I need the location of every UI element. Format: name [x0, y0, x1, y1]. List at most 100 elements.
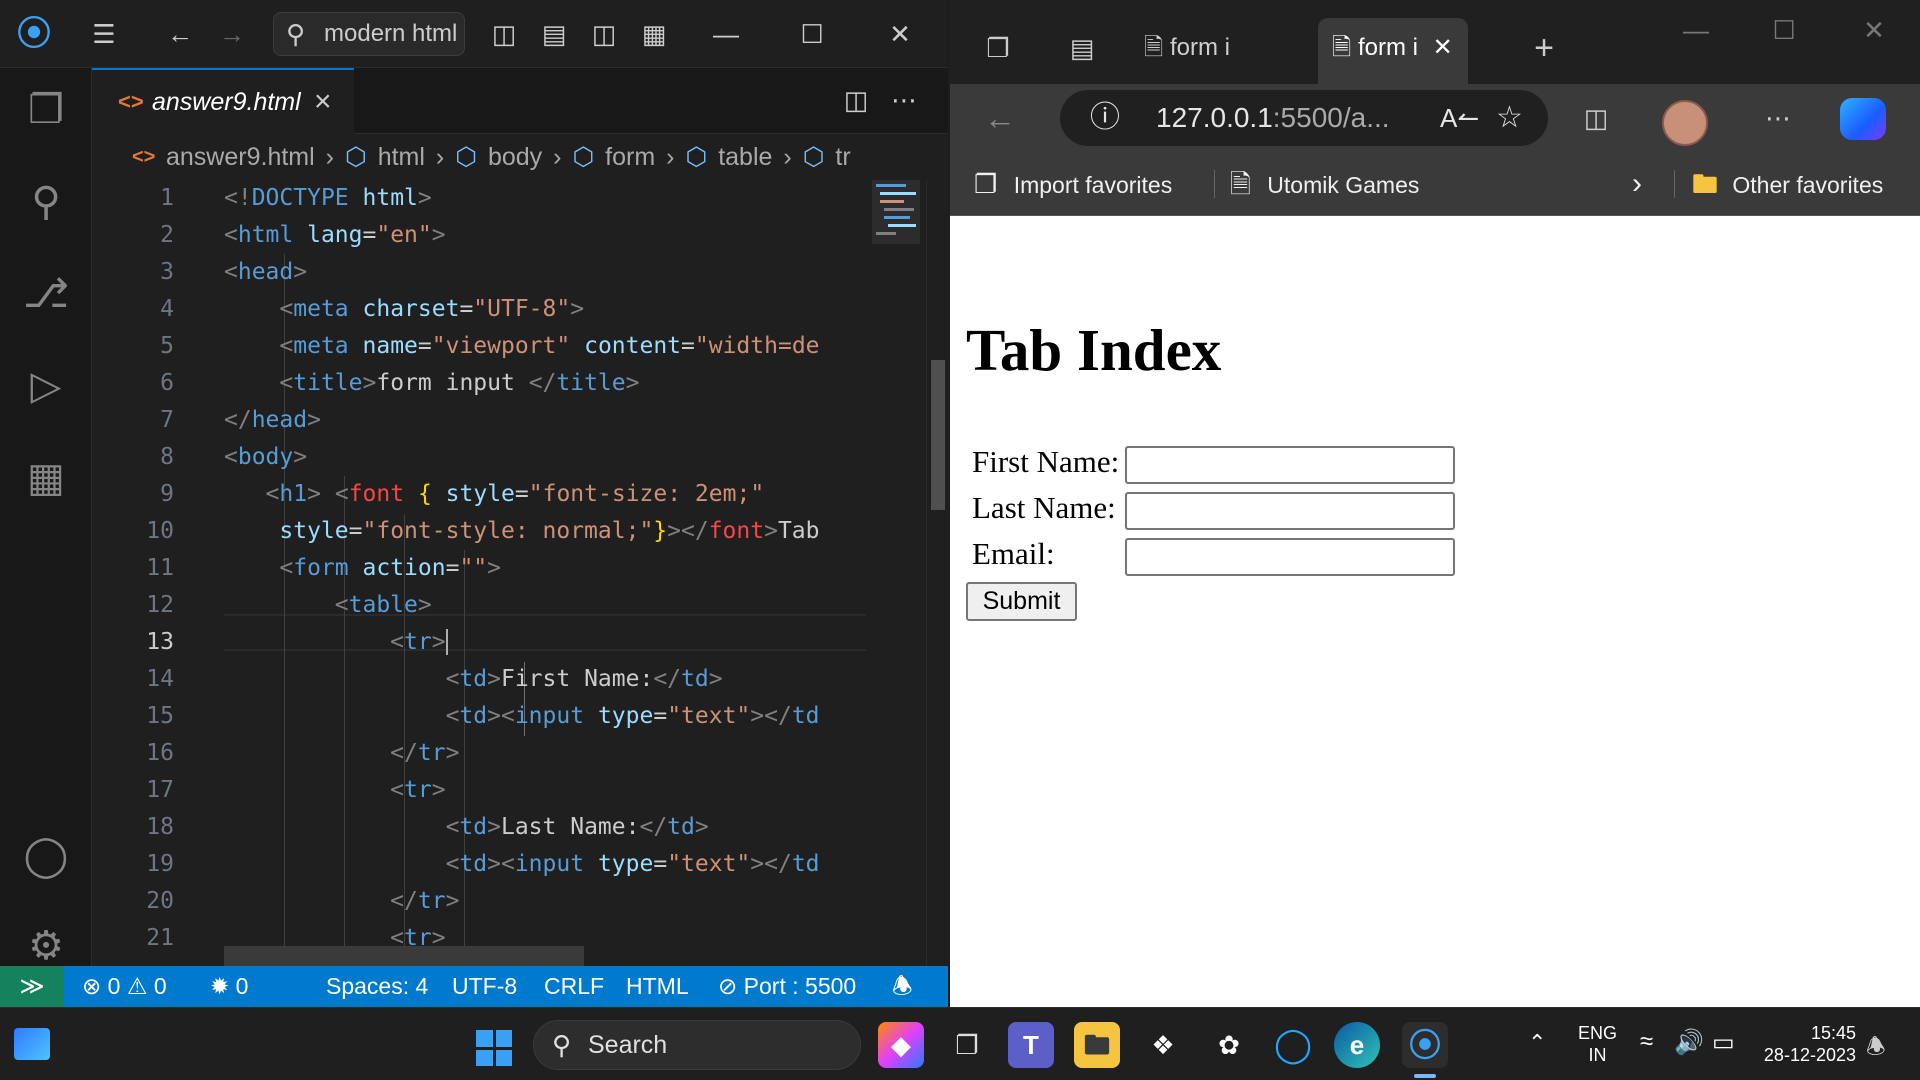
- teams-icon[interactable]: T: [1008, 1022, 1054, 1068]
- email-input[interactable]: [1125, 538, 1455, 576]
- more-options-icon[interactable]: ⋯: [1758, 98, 1798, 138]
- close-window-icon[interactable]: ✕: [1854, 10, 1894, 50]
- vertical-tabs-icon[interactable]: ▤: [1062, 28, 1102, 68]
- edge-icon[interactable]: e: [1334, 1022, 1380, 1068]
- start-windows-icon[interactable]: [476, 1030, 512, 1066]
- horizontal-scrollbar[interactable]: [224, 946, 584, 966]
- indentation-indicator[interactable]: Spaces: 4: [326, 966, 428, 1007]
- toggle-secondary-sidebar-icon[interactable]: ◫: [584, 14, 624, 54]
- battery-icon[interactable]: ▭: [1712, 1028, 1735, 1057]
- dropbox-icon[interactable]: ❖: [1140, 1022, 1186, 1068]
- browser-tab-1[interactable]: 🗎 form i ✕: [1130, 18, 1260, 121]
- explorer-icon[interactable]: ❐: [18, 82, 74, 138]
- widgets-icon[interactable]: [14, 1028, 50, 1060]
- vscode-taskbar-icon[interactable]: ⦿: [1402, 1022, 1448, 1068]
- source-control-icon[interactable]: ⎇: [18, 266, 74, 322]
- volume-icon[interactable]: 🔊: [1674, 1028, 1704, 1057]
- last-name-input[interactable]: [1125, 492, 1455, 530]
- other-favorites-link[interactable]: 🖿 Other favorites: [1692, 152, 1883, 217]
- wifi-icon[interactable]: ≈: [1640, 1028, 1653, 1056]
- search-icon[interactable]: ⚲: [18, 174, 74, 230]
- show-hidden-icons-chevron-icon[interactable]: ⌃: [1528, 1030, 1546, 1056]
- vertical-scrollbar[interactable]: [926, 180, 948, 966]
- minimize-icon[interactable]: —: [706, 14, 746, 54]
- remote-indicator-icon[interactable]: ≫: [0, 966, 64, 1007]
- extensions-icon[interactable]: ▦: [18, 450, 74, 506]
- submit-button[interactable]: Submit: [966, 582, 1077, 621]
- taskbar-search-box[interactable]: ⚲ Search: [533, 1020, 861, 1070]
- more-actions-icon[interactable]: ⋯: [884, 80, 924, 120]
- cortana-icon[interactable]: ◯: [1270, 1022, 1316, 1068]
- menu-icon[interactable]: ☰: [84, 14, 124, 54]
- first-name-input[interactable]: [1125, 446, 1455, 484]
- workspaces-icon[interactable]: ❐: [978, 28, 1018, 68]
- minimap-line: [884, 208, 914, 211]
- scrollbar-thumb[interactable]: [931, 360, 945, 510]
- split-screen-icon[interactable]: ◫: [1576, 98, 1616, 138]
- split-editor-icon[interactable]: ◫: [836, 80, 876, 120]
- chevron-right-icon: ›: [553, 143, 562, 171]
- breadcrumb-html[interactable]: html: [378, 143, 425, 171]
- minimize-icon[interactable]: —: [1676, 10, 1716, 50]
- customize-layout-icon[interactable]: ▦: [634, 14, 674, 54]
- browser-tab-2-active[interactable]: 🗎 form i ✕: [1318, 18, 1468, 84]
- encoding-indicator[interactable]: UTF-8: [452, 966, 517, 1007]
- status-bar: ≫ ⊗ 0 ⚠ 0 ✹ 0 Spaces: 4 UTF-8 CRLF HTML …: [0, 966, 948, 1007]
- breadcrumb-body[interactable]: body: [488, 143, 542, 171]
- breadcrumb-form[interactable]: form: [605, 143, 655, 171]
- notifications-bell-icon[interactable]: 🕭: [892, 966, 913, 1007]
- line-number: 14: [146, 666, 174, 692]
- chatgpt-icon[interactable]: ✿: [1206, 1022, 1252, 1068]
- copilot-pre-icon[interactable]: ◆: [878, 1022, 924, 1068]
- accounts-icon[interactable]: ◯: [18, 828, 74, 884]
- close-tab-icon[interactable]: ×: [314, 70, 332, 134]
- edge-browser-window: ❐ ▤ 🗎 form i ✕ 🗎 form i ✕ + — ☐ ✕ ← ⓘ 12…: [950, 0, 1920, 1007]
- close-window-icon[interactable]: ✕: [880, 14, 920, 54]
- back-arrow-icon[interactable]: ←: [980, 98, 1020, 138]
- tab-answer9[interactable]: <> answer9.html ×: [92, 68, 354, 134]
- maximize-icon[interactable]: ☐: [1764, 10, 1804, 50]
- code-line: style="font-style: normal;"}></font>Tab: [279, 518, 820, 544]
- language-mode-indicator[interactable]: HTML: [626, 966, 689, 1007]
- task-view-icon[interactable]: ❐: [944, 1022, 990, 1068]
- breadcrumb-file[interactable]: answer9.html: [166, 143, 315, 171]
- code-line: <!DOCTYPE html>: [224, 185, 432, 211]
- code-line: <h1> <font { style="font-size: 2em;": [265, 481, 765, 507]
- new-tab-plus-icon[interactable]: +: [1524, 28, 1564, 68]
- vscode-title-bar: ⦿ ☰ ← → ⚲ modern html ◫ ▤ ◫ ▦ — ☐ ✕: [0, 0, 948, 68]
- minimap[interactable]: [866, 180, 926, 966]
- import-favorites-link[interactable]: ❐ Import favorites: [974, 152, 1172, 217]
- close-tab-icon[interactable]: ✕: [1433, 34, 1453, 61]
- command-center-search[interactable]: ⚲ modern html: [273, 12, 465, 56]
- breadcrumb-tr[interactable]: tr: [835, 143, 850, 171]
- clock[interactable]: 15:45 28-12-2023: [1760, 1022, 1856, 1066]
- file-explorer-icon[interactable]: 🖿: [1074, 1022, 1120, 1068]
- favorite-star-icon[interactable]: ☆: [1496, 90, 1523, 146]
- chevron-right-icon[interactable]: ›: [1632, 152, 1642, 216]
- toggle-primary-sidebar-icon[interactable]: ◫: [484, 14, 524, 54]
- problems-indicator[interactable]: ⊗ 0 ⚠ 0: [82, 966, 167, 1007]
- notification-bell-icon[interactable]: 🕭: [1866, 1030, 1886, 1068]
- forward-arrow-icon[interactable]: →: [212, 14, 252, 54]
- breadcrumb-table[interactable]: table: [718, 143, 772, 171]
- code-line: </head>: [224, 407, 321, 433]
- language-indicator[interactable]: ENG IN: [1578, 1022, 1617, 1066]
- url-host: 127.0.0.1: [1156, 102, 1273, 133]
- code-line-current: <tr>: [224, 624, 462, 661]
- maximize-icon[interactable]: ☐: [792, 14, 832, 54]
- toggle-panel-icon[interactable]: ▤: [534, 14, 574, 54]
- code-line: <html lang="en">: [224, 222, 446, 248]
- minimap-line: [888, 224, 916, 227]
- profile-avatar[interactable]: [1662, 100, 1708, 146]
- utomik-games-link[interactable]: 🗎 Utomik Games: [1230, 152, 1419, 217]
- eol-indicator[interactable]: CRLF: [544, 966, 604, 1007]
- read-aloud-icon[interactable]: A↼: [1440, 90, 1479, 146]
- code-editor[interactable]: 1 2 3 4 5 6 7 8 9 10 11 12 13 14 15 16 1…: [92, 180, 866, 966]
- live-server-port[interactable]: ⊘ Port : 5500: [718, 966, 856, 1007]
- back-arrow-icon[interactable]: ←: [160, 14, 200, 54]
- run-debug-icon[interactable]: ▷: [18, 358, 74, 414]
- copilot-icon[interactable]: [1840, 98, 1886, 140]
- ports-indicator[interactable]: ✹ 0: [210, 966, 248, 1007]
- browser-tab-strip: ❐ ▤ 🗎 form i ✕ 🗎 form i ✕ + — ☐ ✕: [950, 0, 1920, 121]
- address-bar[interactable]: ⓘ 127.0.0.1:5500/a... A↼ ☆: [1060, 90, 1548, 146]
